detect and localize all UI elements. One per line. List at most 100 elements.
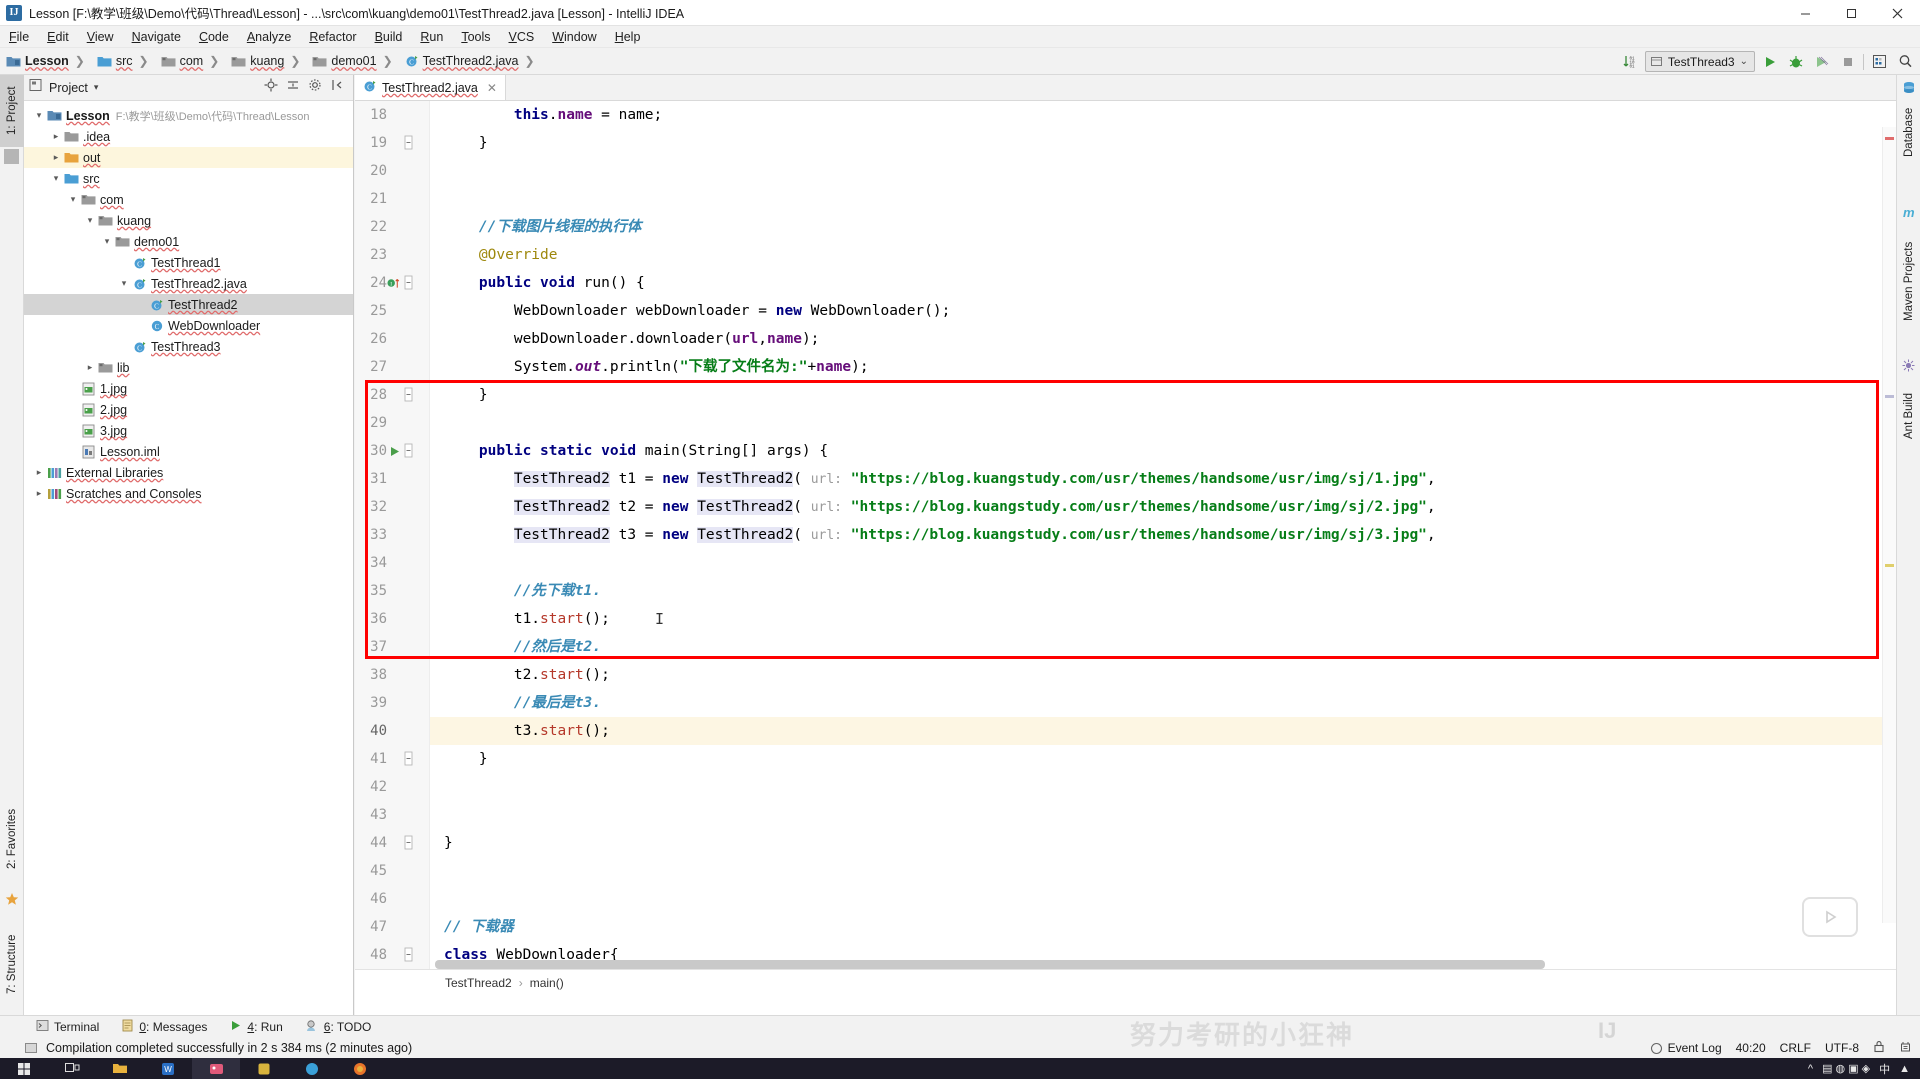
breadcrumb-item-demo01[interactable]: demo01 xyxy=(306,54,376,68)
code-line-40[interactable]: t3.start(); xyxy=(430,717,1896,745)
code-line-35[interactable]: //先下载t1. xyxy=(430,577,1896,605)
close-button[interactable] xyxy=(1874,0,1920,26)
menu-item-build[interactable]: Build xyxy=(366,28,412,46)
tool-window-0--messages[interactable]: 0: Messages xyxy=(111,1019,217,1035)
code-line-38[interactable]: t2.start(); xyxy=(430,661,1896,689)
editor-gutter[interactable]: 18192021222324I2526272829303132333435363… xyxy=(355,101,430,969)
code-line-20[interactable] xyxy=(430,157,1896,185)
menu-item-tools[interactable]: Tools xyxy=(452,28,499,46)
scrollbar-thumb[interactable] xyxy=(435,960,1545,969)
menu-item-file[interactable]: File xyxy=(0,28,38,46)
project-structure-icon[interactable] xyxy=(1868,51,1890,73)
line-separator[interactable]: CRLF xyxy=(1780,1041,1811,1055)
tree-node-testthread1[interactable]: CTestThread1 xyxy=(24,252,353,273)
breadcrumb-item-com[interactable]: com xyxy=(155,54,204,68)
chevron-down-icon[interactable]: ▾ xyxy=(117,278,131,289)
maximize-button[interactable] xyxy=(1828,0,1874,26)
caret-position[interactable]: 40:20 xyxy=(1736,1041,1766,1055)
code-line-47[interactable]: // 下载器 xyxy=(430,913,1896,941)
chevron-down-icon[interactable]: ▾ xyxy=(83,215,97,226)
tree-node-testthread2-java[interactable]: ▾CTestThread2.java xyxy=(24,273,353,294)
search-everywhere-icon[interactable] xyxy=(1894,51,1916,73)
menu-item-vcs[interactable]: VCS xyxy=(500,28,544,46)
menu-item-edit[interactable]: Edit xyxy=(38,28,78,46)
code-line-23[interactable]: @Override xyxy=(430,241,1896,269)
file-explorer-icon[interactable] xyxy=(96,1058,144,1079)
tree-node-lesson[interactable]: ▾LessonF:\教学\班级\Demo\代码\Thread\Lesson xyxy=(24,105,353,126)
code-line-18[interactable]: this.name = name; xyxy=(430,101,1896,129)
code-line-19[interactable]: } xyxy=(430,129,1896,157)
code-line-39[interactable]: //最后是t3. xyxy=(430,689,1896,717)
fold-marker-24[interactable] xyxy=(402,269,415,297)
menu-item-run[interactable]: Run xyxy=(411,28,452,46)
code-line-42[interactable] xyxy=(430,773,1896,801)
event-log-button[interactable]: Event Log xyxy=(1650,1041,1722,1055)
sidebar-item-structure[interactable]: 7: Structure xyxy=(0,917,24,1011)
chevron-down-icon[interactable]: ▾ xyxy=(32,110,46,121)
code-line-44[interactable]: } xyxy=(430,829,1896,857)
menu-item-refactor[interactable]: Refactor xyxy=(300,28,365,46)
tray-chevron-up-icon[interactable]: ^ xyxy=(1808,1063,1813,1075)
code-editor[interactable]: 18192021222324I2526272829303132333435363… xyxy=(355,101,1896,969)
ime-indicator[interactable]: 中 xyxy=(1879,1061,1890,1077)
inspection-icon[interactable] xyxy=(1899,1040,1912,1056)
fold-marker-28[interactable] xyxy=(402,381,415,409)
close-icon[interactable]: ✕ xyxy=(487,81,497,95)
code-line-46[interactable] xyxy=(430,885,1896,913)
debug-icon[interactable] xyxy=(1785,51,1807,73)
menu-item-view[interactable]: View xyxy=(78,28,123,46)
locate-icon[interactable] xyxy=(264,78,278,97)
wps-icon[interactable]: W xyxy=(144,1058,192,1079)
project-tree[interactable]: ▾LessonF:\教学\班级\Demo\代码\Thread\Lesson▸.i… xyxy=(24,101,353,504)
code-line-45[interactable] xyxy=(430,857,1896,885)
tree-node-1-jpg[interactable]: 1.jpg xyxy=(24,378,353,399)
code-content[interactable]: this.name = name; } //下载图片线程的执行体 @Overri… xyxy=(430,101,1896,969)
firefox-icon[interactable] xyxy=(336,1058,384,1079)
tray-network-icon[interactable]: ▲ xyxy=(1899,1063,1910,1075)
sidebar-item-favorites[interactable]: 2: Favorites xyxy=(0,793,24,885)
file-encoding[interactable]: UTF-8 xyxy=(1825,1041,1859,1055)
hide-icon[interactable] xyxy=(330,78,344,97)
fold-marker-48[interactable] xyxy=(402,941,415,969)
lock-icon[interactable] xyxy=(1873,1040,1885,1056)
code-line-31[interactable]: TestThread2 t1 = new TestThread2( url: "… xyxy=(430,465,1896,493)
code-line-24[interactable]: public void run() { xyxy=(430,269,1896,297)
tree-node-testthread3[interactable]: CTestThread3 xyxy=(24,336,353,357)
tim-icon[interactable] xyxy=(288,1058,336,1079)
tool-window-6--todo[interactable]: 6: TODO xyxy=(295,1019,382,1035)
code-line-33[interactable]: TestThread2 t3 = new TestThread2( url: "… xyxy=(430,521,1896,549)
tree-node-2-jpg[interactable]: 2.jpg xyxy=(24,399,353,420)
tree-node-kuang[interactable]: ▾kuang xyxy=(24,210,353,231)
tree-node-testthread2[interactable]: CTestThread2 xyxy=(24,294,353,315)
breadcrumb-item-lesson[interactable]: Lesson xyxy=(0,54,69,68)
tree-node-lesson-iml[interactable]: Lesson.iml xyxy=(24,441,353,462)
menu-item-window[interactable]: Window xyxy=(543,28,605,46)
fold-marker-41[interactable] xyxy=(402,745,415,773)
tree-node-external-libraries[interactable]: ▸External Libraries xyxy=(24,462,353,483)
code-line-34[interactable] xyxy=(430,549,1896,577)
code-line-37[interactable]: //然后是t2. xyxy=(430,633,1896,661)
project-panel-chevron-down-icon[interactable]: ▾ xyxy=(94,82,99,93)
fold-marker-44[interactable] xyxy=(402,829,415,857)
tree-node-lib[interactable]: ▸lib xyxy=(24,357,353,378)
sidebar-item-maven[interactable]: Maven Projects xyxy=(1897,203,1920,343)
run-gutter-icon[interactable] xyxy=(387,437,401,465)
menu-item-analyze[interactable]: Analyze xyxy=(238,28,300,46)
tree-node-webdownloader[interactable]: CWebDownloader xyxy=(24,315,353,336)
tree-node-com[interactable]: ▾com xyxy=(24,189,353,210)
chevron-right-icon[interactable]: ▸ xyxy=(83,362,97,373)
tree-node--idea[interactable]: ▸.idea xyxy=(24,126,353,147)
tray-icons[interactable]: ▤ ◍ ▣ ◈ xyxy=(1822,1062,1870,1075)
run-icon[interactable] xyxy=(1759,51,1781,73)
chevron-right-icon[interactable]: ▸ xyxy=(32,467,46,478)
chevron-right-icon[interactable]: ▸ xyxy=(49,152,63,163)
code-line-30[interactable]: public static void main(String[] args) { xyxy=(430,437,1896,465)
chevron-down-icon[interactable]: ▾ xyxy=(66,194,80,205)
minimize-button[interactable] xyxy=(1782,0,1828,26)
code-line-25[interactable]: WebDownloader webDownloader = new WebDow… xyxy=(430,297,1896,325)
chevron-down-icon[interactable]: ▾ xyxy=(49,173,63,184)
task-view-icon[interactable] xyxy=(48,1058,96,1079)
breadcrumb-class[interactable]: TestThread2 xyxy=(445,976,512,990)
code-line-22[interactable]: //下载图片线程的执行体 xyxy=(430,213,1896,241)
override-gutter-icon[interactable]: I xyxy=(387,269,401,297)
